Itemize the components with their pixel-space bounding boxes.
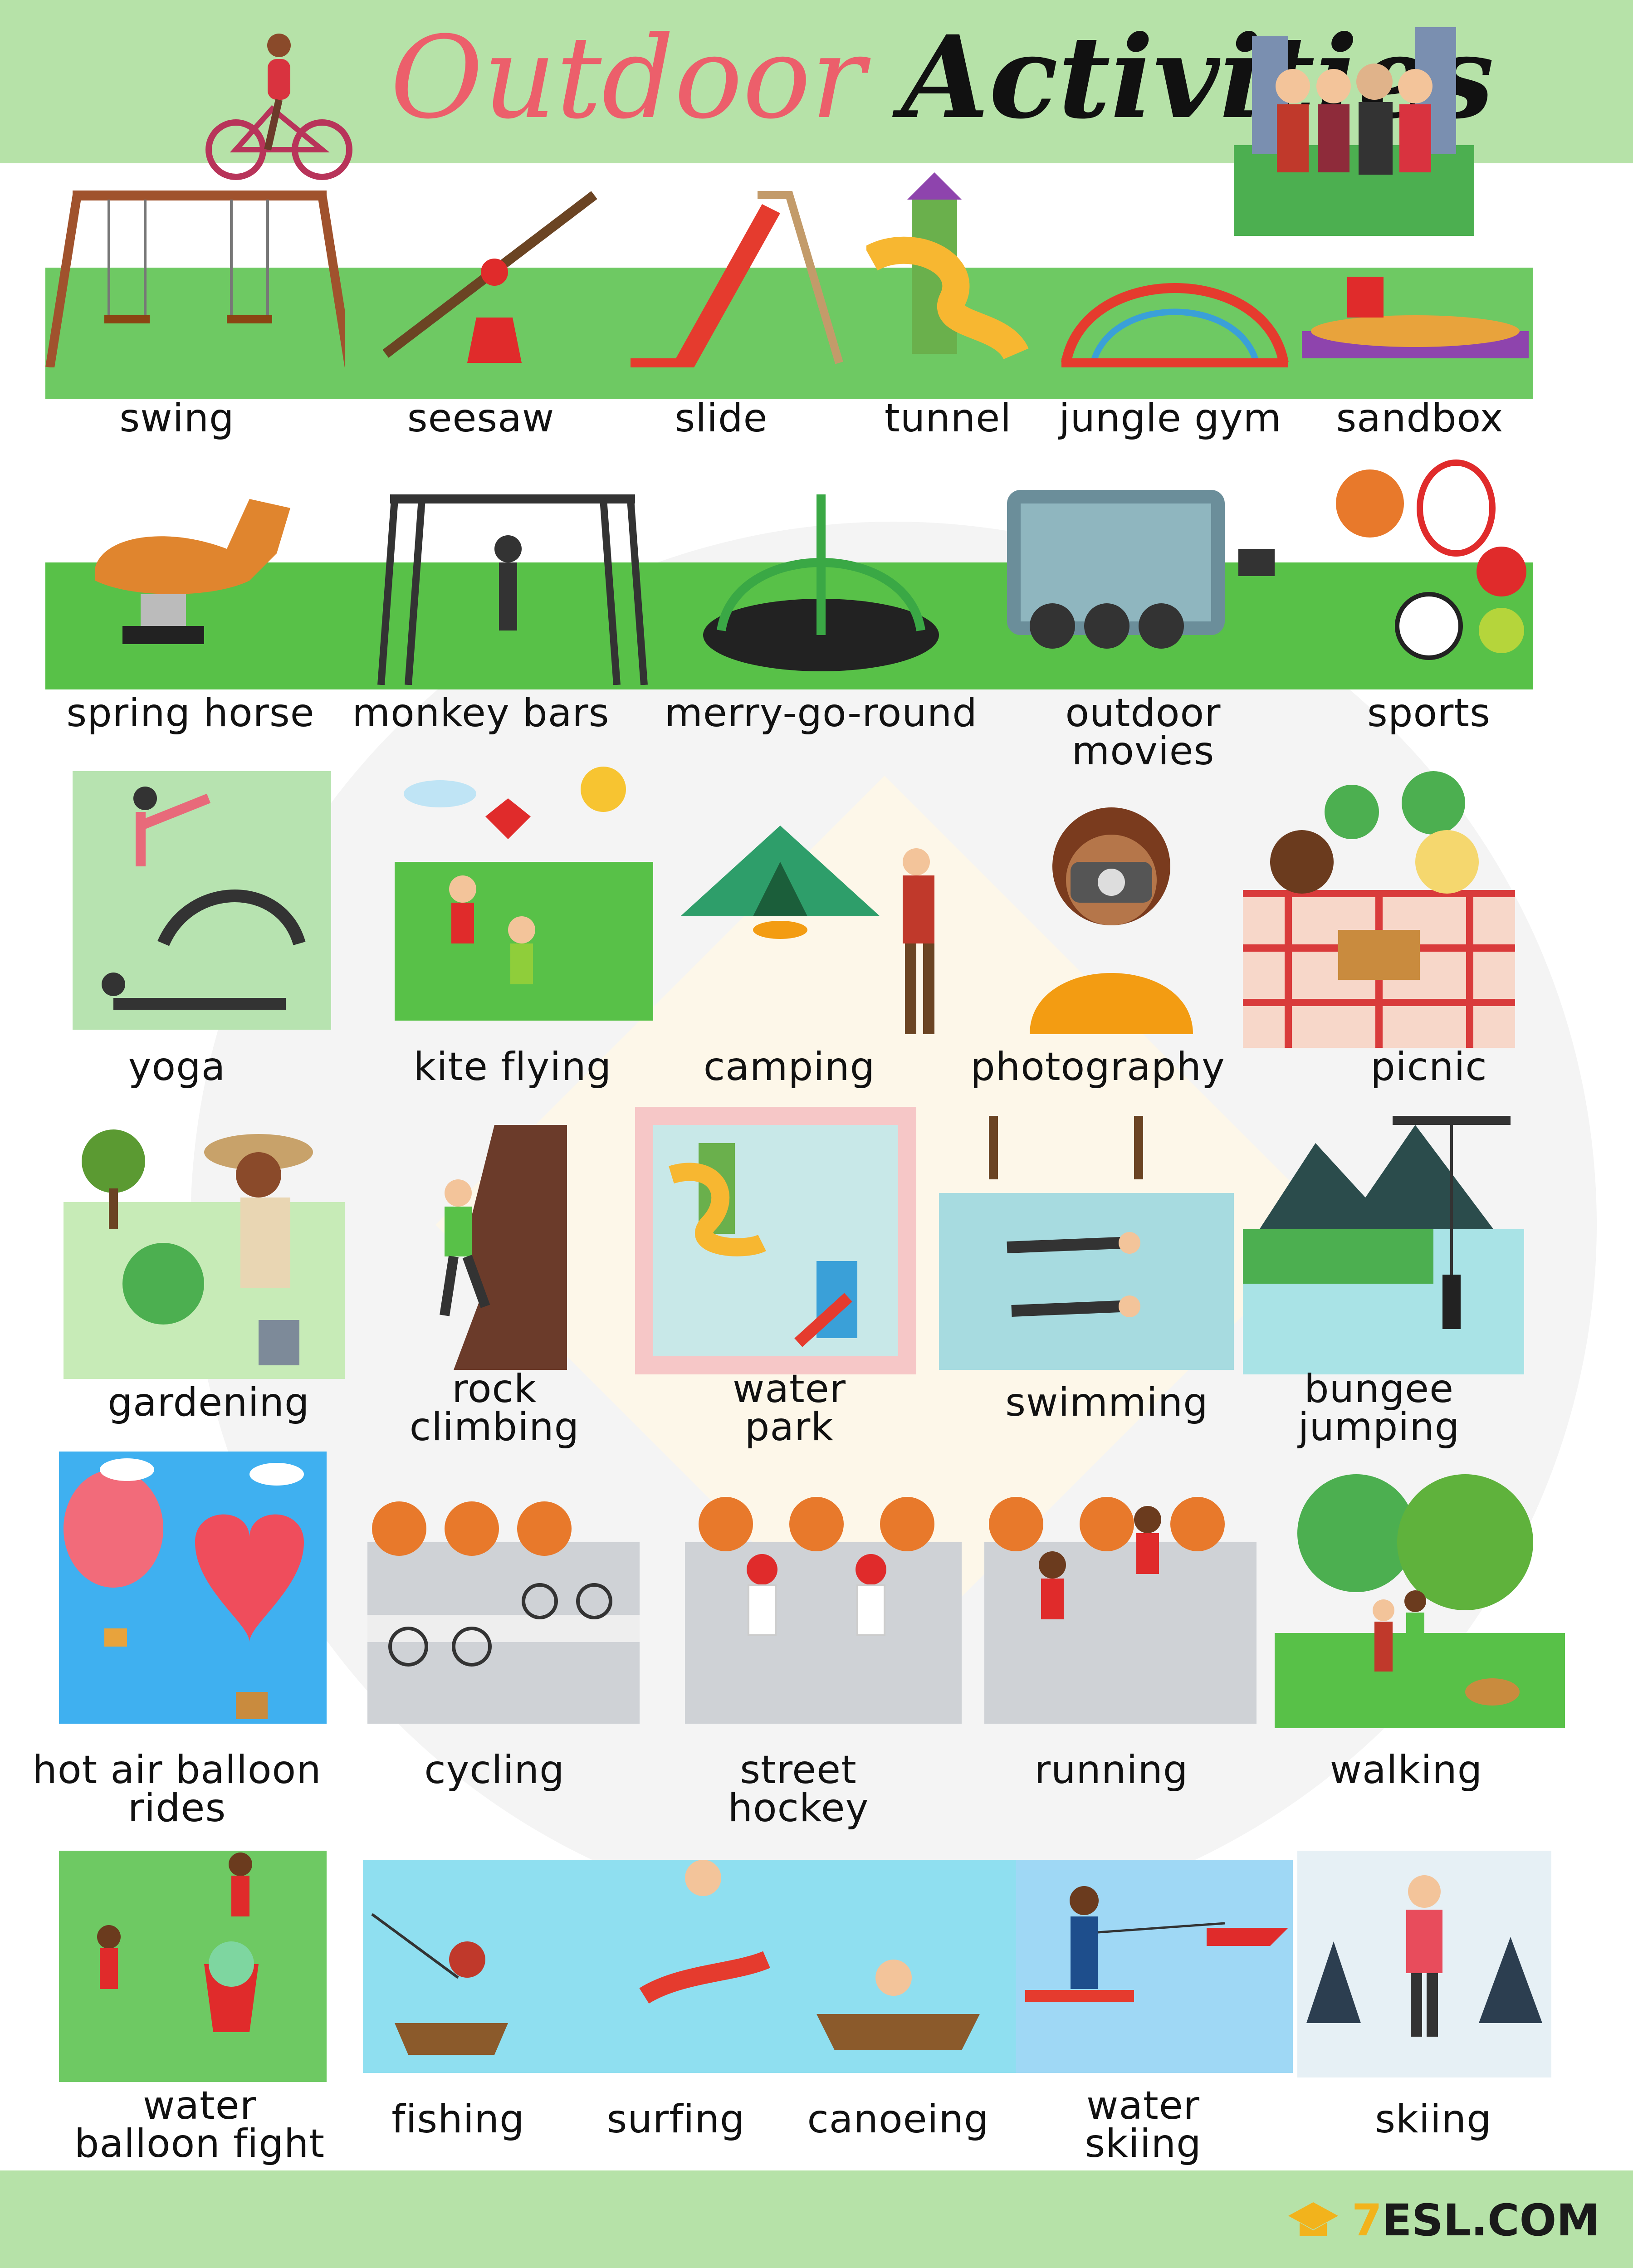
monkey-bars-illustration xyxy=(372,485,653,685)
hot-air-balloon-rides-illustration xyxy=(59,1452,327,1724)
label-hot-air-balloon-rides: hot air balloon rides xyxy=(32,1747,322,1831)
merry-go-round-illustration xyxy=(680,485,962,680)
gardening-illustration xyxy=(64,1125,345,1379)
water-skiing-illustration xyxy=(1016,1860,1293,2073)
cycling-illustration xyxy=(367,1452,640,1724)
label-skiing: skiing xyxy=(1375,2097,1492,2142)
running-illustration xyxy=(984,1452,1257,1724)
picnic-illustration xyxy=(1238,758,1520,1048)
label-yoga: yoga xyxy=(128,1044,226,1090)
tunnel-illustration xyxy=(866,163,1030,390)
label-cycling: cycling xyxy=(424,1747,565,1793)
logo-prefix: 7 xyxy=(1352,2195,1382,2246)
label-walking: walking xyxy=(1330,1747,1483,1793)
camping-illustration xyxy=(662,780,980,1061)
title-word-outdoor: Outdoor xyxy=(390,12,865,144)
photography-illustration xyxy=(1012,789,1247,1034)
label-water-park: water park xyxy=(732,1366,846,1450)
jungle-gym-illustration xyxy=(1057,254,1293,372)
label-merry-go-round: merry-go-round xyxy=(665,690,978,736)
water-park-illustration xyxy=(635,1107,916,1374)
spring-horse-illustration xyxy=(77,463,313,658)
slide-illustration xyxy=(621,186,857,372)
logo-text: ESL.COM xyxy=(1382,2195,1600,2246)
street-hockey-illustration xyxy=(685,1452,962,1724)
label-rock-climbing: rock climbing xyxy=(409,1366,580,1450)
graduation-cap-icon xyxy=(1288,2202,1338,2236)
kite-flying-illustration xyxy=(395,762,653,1021)
label-sports: sports xyxy=(1367,690,1491,736)
site-logo: 7ESL.COM xyxy=(1284,2193,1600,2248)
label-swing: swing xyxy=(119,396,235,441)
water-balloon-fight-illustration xyxy=(59,1851,327,2082)
swimming-illustration xyxy=(939,1107,1234,1370)
page-title: Outdoor Activities xyxy=(390,9,1494,145)
rock-climbing-illustration xyxy=(417,1116,572,1370)
label-bungee-jumping: bungee jumping xyxy=(1298,1366,1460,1450)
water-sports-panel-illustration xyxy=(363,1860,1016,2073)
outdoor-movies-illustration xyxy=(1002,490,1284,671)
label-monkey-bars: monkey bars xyxy=(352,690,610,736)
label-street-hockey: street hockey xyxy=(728,1747,869,1831)
sandbox-illustration xyxy=(1297,263,1533,372)
family-header-illustration xyxy=(1234,9,1474,236)
label-picnic: picnic xyxy=(1370,1044,1487,1090)
cyclist-header-illustration xyxy=(204,18,354,181)
label-running: running xyxy=(1034,1747,1188,1793)
label-camping: camping xyxy=(703,1044,875,1090)
sports-illustration xyxy=(1311,454,1542,667)
yoga-illustration xyxy=(73,771,331,1030)
label-sandbox: sandbox xyxy=(1336,396,1504,441)
seesaw-illustration xyxy=(376,181,603,363)
swing-illustration xyxy=(41,186,345,367)
skiing-illustration xyxy=(1297,1851,1551,2077)
bungee-jumping-illustration xyxy=(1243,1098,1524,1374)
label-photography: photography xyxy=(970,1044,1225,1090)
walking-illustration xyxy=(1266,1452,1574,1728)
